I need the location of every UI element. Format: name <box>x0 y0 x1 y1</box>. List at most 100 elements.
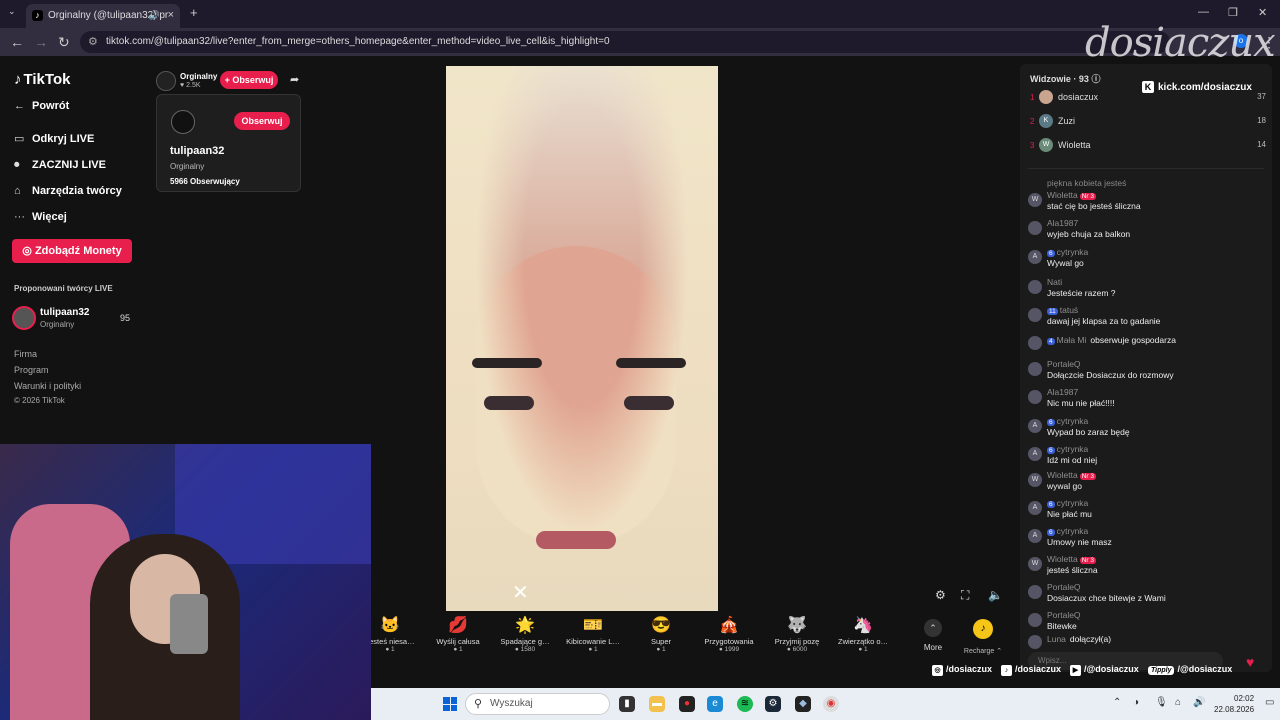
tray-chevron-icon[interactable]: ⌃ <box>1113 697 1121 708</box>
chat-user-line[interactable]: 6 cytrynka <box>1047 416 1088 426</box>
suggested-creator[interactable]: tulipaan32 Orginalny 95 <box>12 306 134 332</box>
chat-user-line[interactable]: 6 cytrynka <box>1047 247 1088 257</box>
nav-creator-tools[interactable]: ⌂ Narzędzia twórcy <box>14 185 122 197</box>
avatar[interactable] <box>1028 336 1042 350</box>
chat-username[interactable]: PortaleQ <box>1047 582 1081 592</box>
footer-link-terms[interactable]: Warunki i polityki <box>14 381 81 391</box>
info-icon[interactable]: ⓘ <box>1091 74 1100 84</box>
close-window-icon[interactable]: ✕ <box>1258 6 1267 19</box>
footer-link-program[interactable]: Program <box>14 365 49 375</box>
avatar[interactable] <box>1028 308 1042 322</box>
chat-username[interactable]: cytrynka <box>1057 498 1089 508</box>
chat-username[interactable]: cytrynka <box>1057 526 1089 536</box>
gift-item[interactable]: 🎪 Przygotowania ● 1999 <box>698 615 760 653</box>
avatar[interactable]: A <box>1028 250 1042 264</box>
top-viewer-row[interactable]: 3 W Wioletta 14 <box>1030 137 1266 155</box>
avatar[interactable]: W <box>1028 473 1042 487</box>
tiktok-logo[interactable]: ♪ TikTok <box>14 71 70 88</box>
follow-button[interactable]: + Obserwuj <box>220 71 278 89</box>
avatar[interactable]: A <box>1028 419 1042 433</box>
host-card[interactable]: Orginalny ♥ 2.5K + Obserwuj ➦ <box>156 69 306 93</box>
chat-user-line[interactable]: Ala1987 <box>1047 218 1078 228</box>
chat-username[interactable]: PortaleQ <box>1047 610 1081 620</box>
nav-discover-live[interactable]: ▭ Odkryj LIVE <box>14 132 94 145</box>
chat-user-line[interactable]: Nati <box>1047 277 1062 287</box>
chat-user-line[interactable]: PortaleQ <box>1047 610 1081 620</box>
more-gifts-button[interactable]: ⌃ More <box>913 619 953 652</box>
avatar[interactable]: A <box>1028 447 1042 461</box>
avatar[interactable]: A <box>1028 501 1042 515</box>
speaker-icon[interactable]: 🔊 <box>149 10 160 21</box>
avatar[interactable] <box>1028 613 1042 627</box>
reload-icon[interactable]: ↻ <box>58 34 70 51</box>
chat-username[interactable]: Luna <box>1047 634 1066 644</box>
nav-back[interactable]: ← Powrót <box>14 100 69 112</box>
chat-user-line[interactable]: 6 cytrynka <box>1047 526 1088 536</box>
nav-more[interactable]: ··· Więcej <box>14 211 67 223</box>
chat-user-line[interactable]: 6 cytrynka <box>1047 498 1088 508</box>
browser-tab[interactable]: ♪ Orginalny (@tulipaan32) pr 🔊 × <box>26 4 180 28</box>
chat-username[interactable]: Wioletta <box>1047 554 1078 564</box>
chat-user-line[interactable]: PortaleQ <box>1047 359 1081 369</box>
nav-start-live[interactable]: ⏺ ZACZNIJ LIVE <box>14 159 106 172</box>
tab-list-icon[interactable]: ⌄ <box>8 6 16 17</box>
spotify-icon[interactable]: ≋ <box>737 696 753 712</box>
chat-username[interactable]: cytrynka <box>1057 444 1089 454</box>
chat-username[interactable]: Wioletta <box>1047 190 1078 200</box>
avatar[interactable] <box>1028 362 1042 376</box>
avatar[interactable] <box>1028 280 1042 294</box>
url-field[interactable]: ⚙ tiktok.com/@tulipaan32/live?enter_from… <box>80 31 1170 53</box>
share-icon[interactable]: ➦ <box>290 73 299 86</box>
settings-icon[interactable]: ⚙ <box>935 588 946 602</box>
live-video[interactable]: ✕ <box>446 66 718 611</box>
footer-link-company[interactable]: Firma <box>14 349 37 359</box>
maximize-icon[interactable]: ❐ <box>1228 6 1238 19</box>
avatar[interactable] <box>1028 390 1042 404</box>
gift-item[interactable]: 💋 Wyślij całusa ● 1 <box>427 615 489 653</box>
volume-icon[interactable]: 🔈 <box>988 588 1003 602</box>
get-coins-button[interactable]: ◎ Zdobądź Monety <box>12 239 132 263</box>
windows-start-icon[interactable] <box>443 697 457 711</box>
close-tab-icon[interactable]: × <box>168 9 174 21</box>
avatar[interactable] <box>1028 585 1042 599</box>
steam-icon[interactable]: ⚙ <box>765 696 781 712</box>
avatar[interactable]: W <box>1028 193 1042 207</box>
back-icon[interactable]: ← <box>10 34 24 50</box>
gift-item[interactable]: 🦄 Zwierzątko o… ● 1 <box>832 615 894 653</box>
chat-username[interactable]: PortaleQ <box>1047 359 1081 369</box>
gift-item[interactable]: 🎫 Kibicowanie L… ● 1 <box>562 615 624 653</box>
gift-item[interactable]: 😎 Super ● 1 <box>630 615 692 653</box>
forward-icon[interactable]: → <box>34 34 48 50</box>
chat-user-line[interactable]: Ala1987 <box>1047 387 1078 397</box>
fullscreen-icon[interactable]: ⛶ <box>961 588 969 603</box>
chat-username[interactable]: Wioletta <box>1047 470 1078 480</box>
minimize-icon[interactable]: — <box>1198 6 1209 18</box>
popup-follow-button[interactable]: Obserwuj <box>234 112 290 130</box>
chrome-icon[interactable]: ◉ <box>823 696 839 712</box>
recharge-button[interactable]: ♪ Recharge ⌃ <box>959 615 1007 655</box>
new-tab-icon[interactable]: + <box>190 5 198 20</box>
volume-tray-icon[interactable]: 🔊 <box>1193 697 1205 708</box>
taskbar-clock[interactable]: 02:02 22.08.2026 <box>1214 693 1254 715</box>
taskbar-search[interactable]: ⚲ Wyszukaj <box>465 693 610 715</box>
file-explorer-icon[interactable]: ▬ <box>649 696 665 712</box>
chat-username[interactable]: tatuś <box>1060 305 1078 315</box>
chat-username[interactable]: cytrynka <box>1057 247 1089 257</box>
edge-icon[interactable]: e <box>707 696 723 712</box>
avatar[interactable]: W <box>1028 557 1042 571</box>
top-viewer-row[interactable]: 2 K Zuzi 18 <box>1030 113 1266 131</box>
notifications-icon[interactable]: ▭ <box>1265 697 1274 708</box>
taskview-icon[interactable]: ▮ <box>619 696 635 712</box>
chat-username[interactable]: cytrynka <box>1057 416 1089 426</box>
site-info-icon[interactable]: ⚙ <box>88 35 98 48</box>
chat-username[interactable]: Ala1987 <box>1047 387 1078 397</box>
host-avatar[interactable] <box>156 71 176 91</box>
chat-user-line[interactable]: 6 cytrynka <box>1047 444 1088 454</box>
chat-user-line[interactable]: Wioletta Nr 3 <box>1047 554 1096 564</box>
obs-icon[interactable]: ● <box>679 696 695 712</box>
chat-user-line[interactable]: 11 tatuś <box>1047 305 1078 315</box>
network-icon[interactable]: ⌂ <box>1175 697 1181 708</box>
chat-user-line[interactable]: PortaleQ <box>1047 582 1081 592</box>
avatar[interactable] <box>1028 635 1042 649</box>
app-icon[interactable]: ◆ <box>795 696 811 712</box>
